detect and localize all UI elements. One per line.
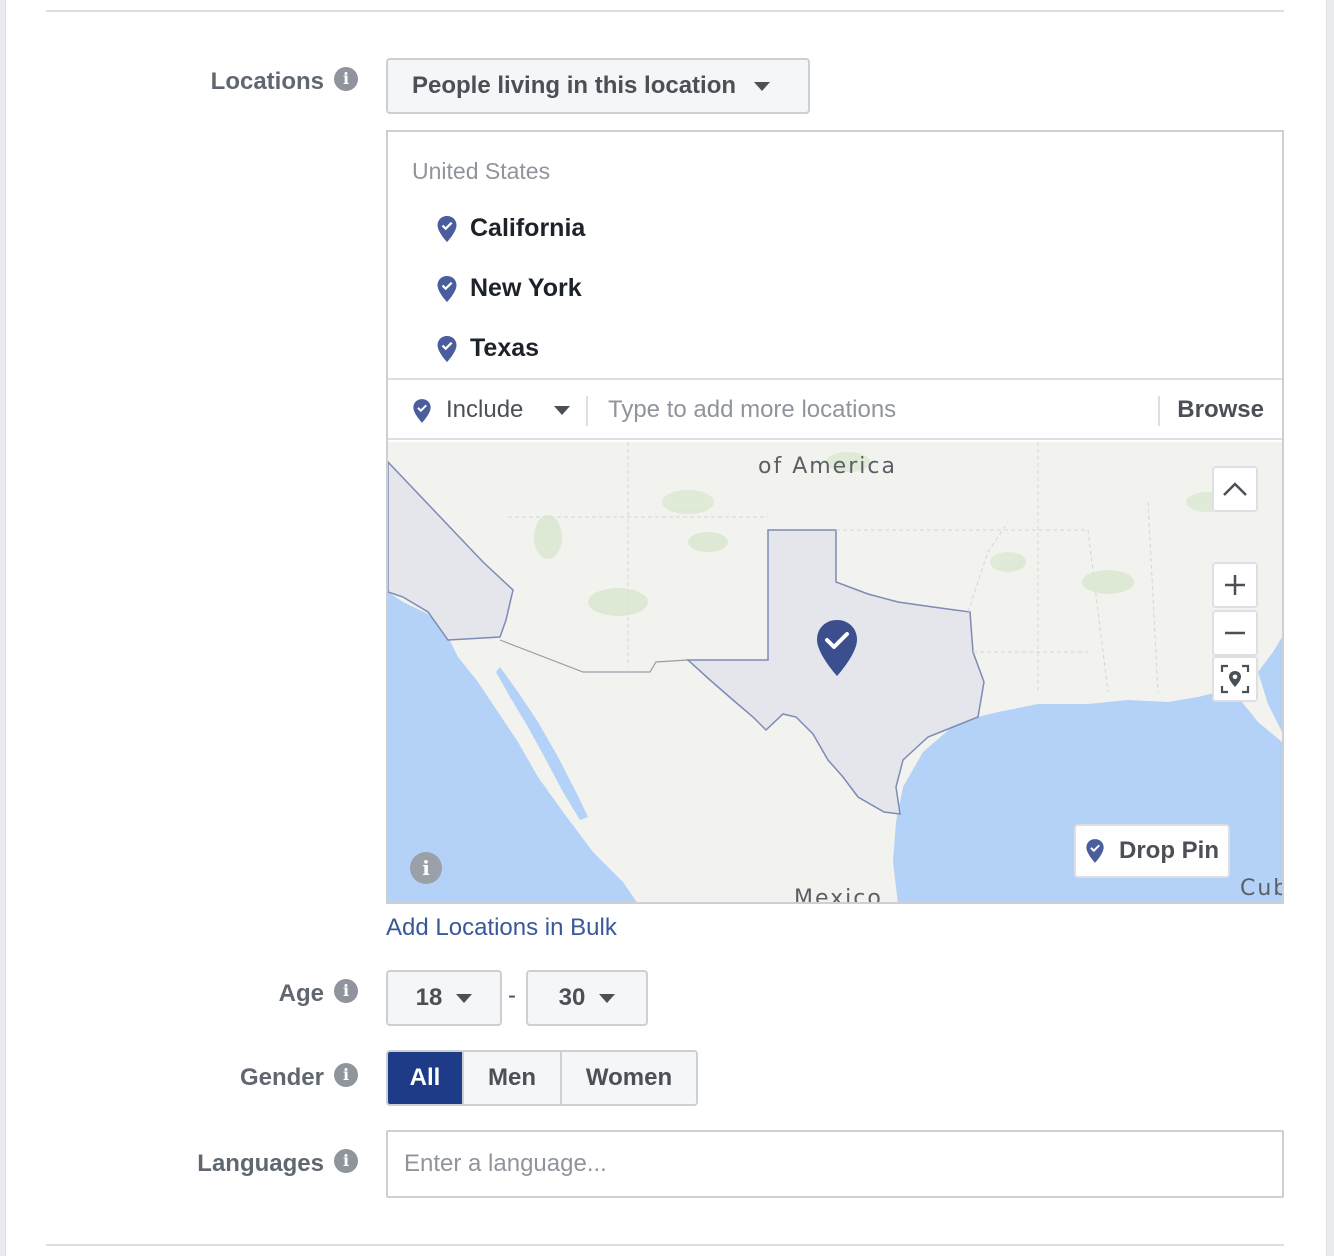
location-name: California	[470, 214, 586, 242]
location-type-dropdown[interactable]: People living in this location	[386, 58, 810, 114]
map-zoom-out-button[interactable]	[1212, 610, 1258, 656]
location-search-input[interactable]	[608, 390, 1148, 430]
location-pin-icon	[437, 275, 457, 302]
map-marker-icon[interactable]	[814, 618, 860, 680]
separator	[586, 396, 588, 426]
left-frame-border	[0, 0, 6, 1256]
age-min-value: 18	[415, 984, 443, 1011]
age-info-icon[interactable]: i	[334, 979, 358, 1003]
languages-info-icon[interactable]: i	[334, 1149, 358, 1173]
gender-option-men[interactable]: Men	[464, 1052, 562, 1104]
country-header: United States	[412, 158, 551, 184]
map-label-country: of America	[758, 454, 897, 479]
map-collapse-button[interactable]	[1212, 466, 1258, 512]
plus-icon	[1225, 575, 1245, 595]
minus-icon	[1225, 631, 1245, 635]
map-zoom-in-button[interactable]	[1212, 562, 1258, 608]
age-separator: -	[508, 982, 516, 1009]
location-name: New York	[470, 274, 582, 302]
map-label-cuba: Cub	[1240, 876, 1282, 901]
location-item[interactable]: Texas	[436, 334, 539, 363]
top-divider	[46, 10, 1284, 12]
bottom-divider	[46, 1244, 1284, 1246]
age-max-dropdown[interactable]: 30	[526, 970, 648, 1026]
chevron-down-icon	[599, 993, 616, 1003]
chevron-down-icon	[754, 81, 771, 91]
locations-label: Locations	[210, 68, 324, 95]
gender-info-icon[interactable]: i	[334, 1063, 358, 1087]
gender-option-all[interactable]: All	[388, 1052, 464, 1104]
location-type-dropdown-label: People living in this location	[412, 72, 737, 99]
location-name: Texas	[470, 334, 540, 362]
languages-label: Languages	[197, 1150, 324, 1177]
location-pin-icon	[437, 335, 457, 362]
chevron-down-icon	[456, 993, 473, 1003]
location-pin-icon	[437, 215, 457, 242]
browse-button[interactable]: Browse	[1177, 396, 1264, 424]
add-locations-bulk-link[interactable]: Add Locations in Bulk	[386, 914, 617, 942]
location-pin-icon	[1086, 839, 1104, 863]
gender-option-women[interactable]: Women	[562, 1052, 696, 1104]
include-dropdown[interactable]: Include	[446, 396, 523, 424]
age-max-value: 30	[558, 984, 586, 1011]
right-frame-border	[1326, 0, 1334, 1256]
map-label-mexico: Mexico	[794, 886, 883, 904]
location-item[interactable]: California	[436, 214, 585, 243]
chevron-down-icon[interactable]	[554, 406, 570, 415]
age-label: Age	[278, 980, 324, 1007]
locations-info-icon[interactable]: i	[334, 67, 358, 91]
map-locate-button[interactable]	[1212, 656, 1258, 702]
location-pin-icon	[413, 399, 431, 423]
locate-icon	[1220, 664, 1250, 694]
map-info-icon[interactable]: i	[410, 852, 442, 884]
language-input[interactable]	[386, 1130, 1284, 1198]
gender-selector: All Men Women	[386, 1050, 698, 1106]
gender-label: Gender	[239, 1064, 324, 1091]
location-map[interactable]: of America Mexico Cub i Drop P	[388, 442, 1282, 904]
include-bar: Include Browse	[388, 378, 1282, 440]
drop-pin-label: Drop Pin	[1119, 837, 1219, 864]
drop-pin-button[interactable]: Drop Pin	[1074, 824, 1230, 878]
age-min-dropdown[interactable]: 18	[386, 970, 502, 1026]
locations-box: United States California New York Texas …	[386, 130, 1284, 904]
separator	[1158, 396, 1160, 426]
location-item[interactable]: New York	[436, 274, 582, 303]
chevron-up-icon	[1223, 482, 1247, 496]
